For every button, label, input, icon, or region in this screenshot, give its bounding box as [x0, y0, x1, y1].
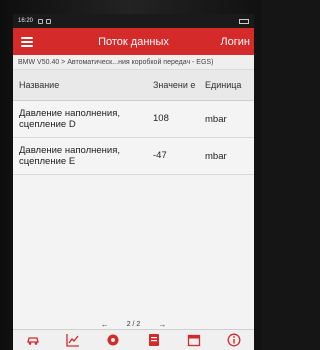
- status-time: 16:20: [18, 18, 34, 24]
- table-header: Название Значени е Единица: [13, 70, 254, 101]
- login-button[interactable]: Логин: [220, 36, 250, 48]
- header-value: Значени е: [153, 80, 196, 90]
- table-row[interactable]: Давление наполнения, сцепление E -47 mba…: [13, 138, 254, 175]
- row-value: 108: [153, 113, 169, 124]
- notification-icon: [38, 18, 44, 24]
- page-title: Поток данных: [98, 35, 169, 48]
- table-row[interactable]: Давление наполнения, сцепление D 108 mba…: [13, 101, 254, 138]
- status-bar: 16:20: [13, 14, 254, 28]
- breadcrumb: BMW V50.40 > Автоматическ...ния коробкой…: [13, 55, 254, 70]
- car-icon[interactable]: [25, 333, 41, 347]
- info-icon[interactable]: [226, 333, 242, 347]
- menu-icon[interactable]: [21, 36, 33, 47]
- record-icon[interactable]: [146, 333, 162, 347]
- tablet-frame: 16:20 Поток данных Логин BMW V50.40 > Ав…: [0, 0, 261, 350]
- battery-icon: [239, 18, 249, 24]
- arrow-left-icon[interactable]: ←: [101, 320, 109, 329]
- chart-icon[interactable]: [65, 333, 81, 347]
- row-value: -47: [153, 150, 167, 161]
- app-bar: Поток данных Логин: [13, 28, 254, 55]
- row-unit: mbar: [205, 150, 227, 162]
- row-name: Давление наполнения, сцепление D: [19, 108, 121, 130]
- row-name: Давление наполнения, сцепление E: [19, 145, 121, 167]
- calendar-icon[interactable]: [186, 333, 202, 347]
- arrow-right-icon[interactable]: →: [158, 320, 166, 329]
- page-indicator: 2 / 2: [126, 320, 141, 328]
- header-unit: Единица: [205, 80, 242, 90]
- row-unit: mbar: [205, 113, 227, 125]
- notification-icon: [46, 18, 52, 24]
- settings-icon[interactable]: [105, 333, 121, 347]
- bottom-toolbar: [13, 329, 254, 350]
- header-name: Название: [19, 80, 60, 90]
- screen: 16:20 Поток данных Логин BMW V50.40 > Ав…: [13, 14, 254, 350]
